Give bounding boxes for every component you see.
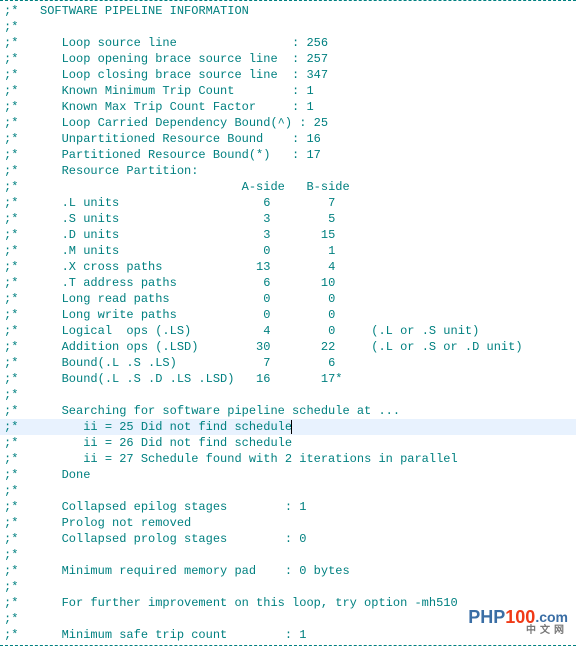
blank: ;* [0,483,576,499]
info-part: ;* Partitioned Resource Bound(*) : 17 [0,147,576,163]
search-ii25: ;* ii = 25 Did not find schedule [0,419,576,435]
info-max-trip: ;* Known Max Trip Count Factor : 1 [0,99,576,115]
info-min-trip: ;* Known Minimum Trip Count : 1 [0,83,576,99]
info-unpart: ;* Unpartitioned Resource Bound : 16 [0,131,576,147]
row-bound-lsd: ;* Bound(.L .S .D .LS .LSD) 16 17* [0,371,576,387]
row-x: ;* .X cross paths 13 4 [0,259,576,275]
row-l: ;* .L units 6 7 [0,195,576,211]
info-close-brace: ;* Loop closing brace source line : 347 [0,67,576,83]
blank: ;* [0,579,576,595]
pipeline-info-block: ;* SOFTWARE PIPELINE INFORMATION ;* ;* L… [0,0,576,646]
blank: ;* [0,19,576,35]
prolog-note: ;* Prolog not removed [0,515,576,531]
row-bound-ls: ;* Bound(.L .S .LS) 7 6 [0,355,576,371]
watermark: PHP100.com 中文网 [468,609,568,639]
title-line: ;* SOFTWARE PIPELINE INFORMATION [0,3,576,19]
search-done: ;* Done [0,467,576,483]
row-longread: ;* Long read paths 0 0 [0,291,576,307]
info-carried-dep: ;* Loop Carried Dependency Bound(^) : 25 [0,115,576,131]
info-open-brace: ;* Loop opening brace source line : 257 [0,51,576,67]
info-loop-src: ;* Loop source line : 256 [0,35,576,51]
blank: ;* [0,547,576,563]
watermark-php: PHP [468,607,505,627]
row-addition: ;* Addition ops (.LSD) 30 22 (.L or .S o… [0,339,576,355]
row-longwrite: ;* Long write paths 0 0 [0,307,576,323]
row-m: ;* .M units 0 1 [0,243,576,259]
search-ii27: ;* ii = 27 Schedule found with 2 iterati… [0,451,576,467]
search-ii26: ;* ii = 26 Did not find schedule [0,435,576,451]
row-logical: ;* Logical ops (.LS) 4 0 (.L or .S unit) [0,323,576,339]
blank: ;* [0,387,576,403]
partition-header: ;* Resource Partition: [0,163,576,179]
title: SOFTWARE PIPELINE INFORMATION [40,4,249,18]
col-headers: ;* A-side B-side [0,179,576,195]
row-s: ;* .S units 3 5 [0,211,576,227]
prolog: ;* Collapsed prolog stages : 0 [0,531,576,547]
row-t: ;* .T address paths 6 10 [0,275,576,291]
mem-pad: ;* Minimum required memory pad : 0 bytes [0,563,576,579]
row-d: ;* .D units 3 15 [0,227,576,243]
search-header: ;* Searching for software pipeline sched… [0,403,576,419]
text-cursor [291,420,292,434]
epilog: ;* Collapsed epilog stages : 1 [0,499,576,515]
